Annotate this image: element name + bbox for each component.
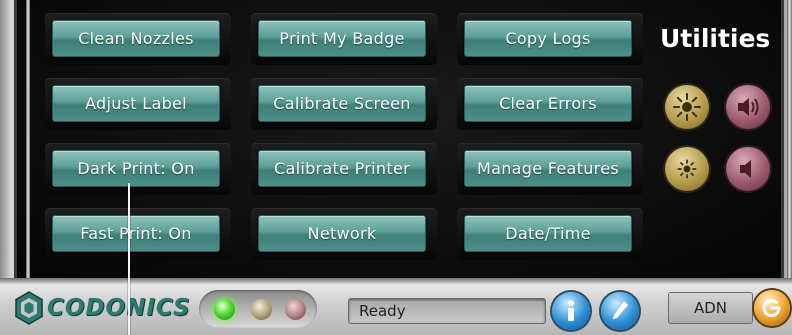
network-button[interactable]: Network xyxy=(258,215,426,252)
help-icon xyxy=(613,301,628,319)
logo-text: CODONICS xyxy=(47,295,191,321)
clean-nozzles-button[interactable]: Clean Nozzles xyxy=(52,20,220,57)
adjust-label-button[interactable]: Adjust Label xyxy=(52,85,220,122)
status-lights xyxy=(199,290,317,328)
button-well: Date/Time xyxy=(457,208,643,260)
volume-low-icon xyxy=(740,160,751,178)
calibrate-printer-button[interactable]: Calibrate Printer xyxy=(258,150,426,187)
info-button[interactable] xyxy=(552,292,590,330)
pointer-line xyxy=(128,183,130,335)
calibrate-screen-button[interactable]: Calibrate Screen xyxy=(258,85,426,122)
volume-high-icon xyxy=(738,98,759,116)
status-light-tan xyxy=(251,299,272,320)
hexagon-logo-icon xyxy=(15,291,43,325)
fast-print-toggle-button[interactable]: Fast Print: On xyxy=(52,215,220,252)
date-time-button[interactable]: Date/Time xyxy=(464,215,632,252)
button-well: Copy Logs xyxy=(457,13,643,65)
status-light-green xyxy=(214,299,235,320)
button-well: Manage Features xyxy=(457,143,643,195)
print-my-badge-button[interactable]: Print My Badge xyxy=(258,20,426,57)
button-well: Calibrate Screen xyxy=(251,78,437,130)
button-well: Calibrate Printer xyxy=(251,143,437,195)
manage-features-button[interactable]: Manage Features xyxy=(464,150,632,187)
brightness-low-icon xyxy=(677,159,697,179)
frame-rail-right xyxy=(787,0,792,278)
copy-logs-button[interactable]: Copy Logs xyxy=(464,20,632,57)
status-text: Ready xyxy=(348,298,546,324)
user-badge[interactable]: ADN xyxy=(668,292,753,324)
frame-rail-left xyxy=(26,0,30,278)
volume-down-button[interactable] xyxy=(726,147,770,191)
button-well: Clear Errors xyxy=(457,78,643,130)
codonics-logo: CODONICS xyxy=(15,291,191,325)
info-icon xyxy=(568,300,574,321)
button-well: Print My Badge xyxy=(251,13,437,65)
power-button[interactable] xyxy=(754,290,790,326)
brightness-down-button[interactable] xyxy=(665,147,709,191)
button-well: Network xyxy=(251,208,437,260)
help-button[interactable] xyxy=(601,292,639,330)
brightness-high-icon xyxy=(673,93,701,121)
clear-errors-button[interactable]: Clear Errors xyxy=(464,85,632,122)
button-well: Dark Print: On xyxy=(45,143,231,195)
power-icon xyxy=(762,299,781,318)
page-title: Utilities xyxy=(660,24,771,53)
brightness-up-button[interactable] xyxy=(665,85,709,129)
button-well: Fast Print: On xyxy=(45,208,231,260)
status-light-rose xyxy=(285,299,306,320)
dark-print-toggle-button[interactable]: Dark Print: On xyxy=(52,150,220,187)
button-well: Clean Nozzles xyxy=(45,13,231,65)
button-well: Adjust Label xyxy=(45,78,231,130)
volume-up-button[interactable] xyxy=(726,85,770,129)
